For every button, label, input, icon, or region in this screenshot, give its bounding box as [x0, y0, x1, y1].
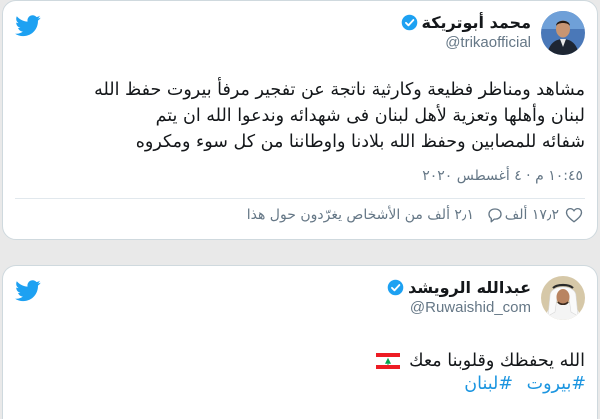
- verified-badge-icon: [387, 279, 404, 296]
- lebanon-flag-icon: [375, 353, 400, 369]
- tweet-text-line: مشاهد ومناظر فظيعة وكارثية ناتجة عن تفجي…: [94, 80, 585, 100]
- tweet-card-1: محمد أبوتريكة @trikaofficial مشاهد ومناظ…: [2, 0, 598, 240]
- author-name[interactable]: عبدالله الرويشد: [408, 278, 531, 297]
- reply-icon: [488, 208, 502, 223]
- author-name[interactable]: محمد أبوتريكة: [422, 13, 531, 32]
- author-handle[interactable]: @Ruwaishid_com: [387, 299, 531, 316]
- reply-button[interactable]: ٢٫١ ألف من الأشخاص يغرّدون حول هذا: [247, 206, 504, 224]
- hashtag-link[interactable]: #لبنان: [464, 374, 513, 394]
- tweet-text: الله يحفظك وقلوبنا معك: [15, 348, 585, 374]
- author-block[interactable]: عبدالله الرويشد @Ruwaishid_com: [387, 278, 531, 316]
- avatar[interactable]: [541, 276, 585, 320]
- hashtag-link[interactable]: #بيروت: [527, 374, 586, 394]
- people-talking-label: ٢٫١ ألف من الأشخاص يغرّدون حول هذا: [246, 207, 474, 223]
- heart-icon: [565, 207, 583, 223]
- tweet-actions: ١٧٫٢ ألف ٢٫١ ألف من الأشخاص يغرّدون حول …: [3, 206, 597, 232]
- like-button[interactable]: ١٧٫٢ ألف: [505, 206, 583, 224]
- author-block[interactable]: محمد أبوتريكة @trikaofficial: [401, 13, 531, 51]
- hashtag-row: #بيروت #لبنان: [456, 374, 586, 394]
- tweet-text-line: شفائه للمصابين وحفظ الله بلادنا واوطاننا…: [135, 132, 585, 152]
- tweet-timestamp[interactable]: ١٠:٤٥ م · ٤ أغسطس ٢٠٢٠: [422, 168, 583, 184]
- tweet-text-content: الله يحفظك وقلوبنا معك: [409, 351, 585, 371]
- twitter-bird-icon[interactable]: [15, 15, 41, 37]
- verified-badge-icon: [401, 14, 417, 31]
- like-count: ١٧٫٢ ألف: [504, 207, 559, 223]
- tweet-text-line: لبنان وأهلها وتعزية لأهل لبنان فى شهدائه…: [155, 106, 585, 126]
- author-handle[interactable]: @trikaofficial: [401, 34, 531, 51]
- twitter-bird-icon[interactable]: [15, 280, 41, 302]
- tweet-text-line: الله يحفظك وقلوبنا معك: [15, 348, 585, 374]
- avatar[interactable]: [541, 11, 585, 55]
- tweet-text: مشاهد ومناظر فظيعة وكارثية ناتجة عن تفجي…: [15, 77, 585, 155]
- divider: [15, 198, 585, 199]
- tweet-card-2: عبدالله الرويشد @Ruwaishid_com الله يحفظ…: [2, 265, 598, 419]
